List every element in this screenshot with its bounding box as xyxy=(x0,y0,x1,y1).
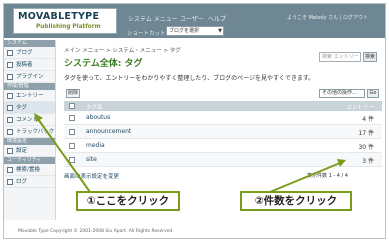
callout-arrow-left xyxy=(37,118,91,193)
callout-arrow-right xyxy=(269,162,341,193)
callout-click-count: ②件数をクリック xyxy=(240,191,352,211)
callout-click-here: ①ここをクリック xyxy=(76,191,180,211)
